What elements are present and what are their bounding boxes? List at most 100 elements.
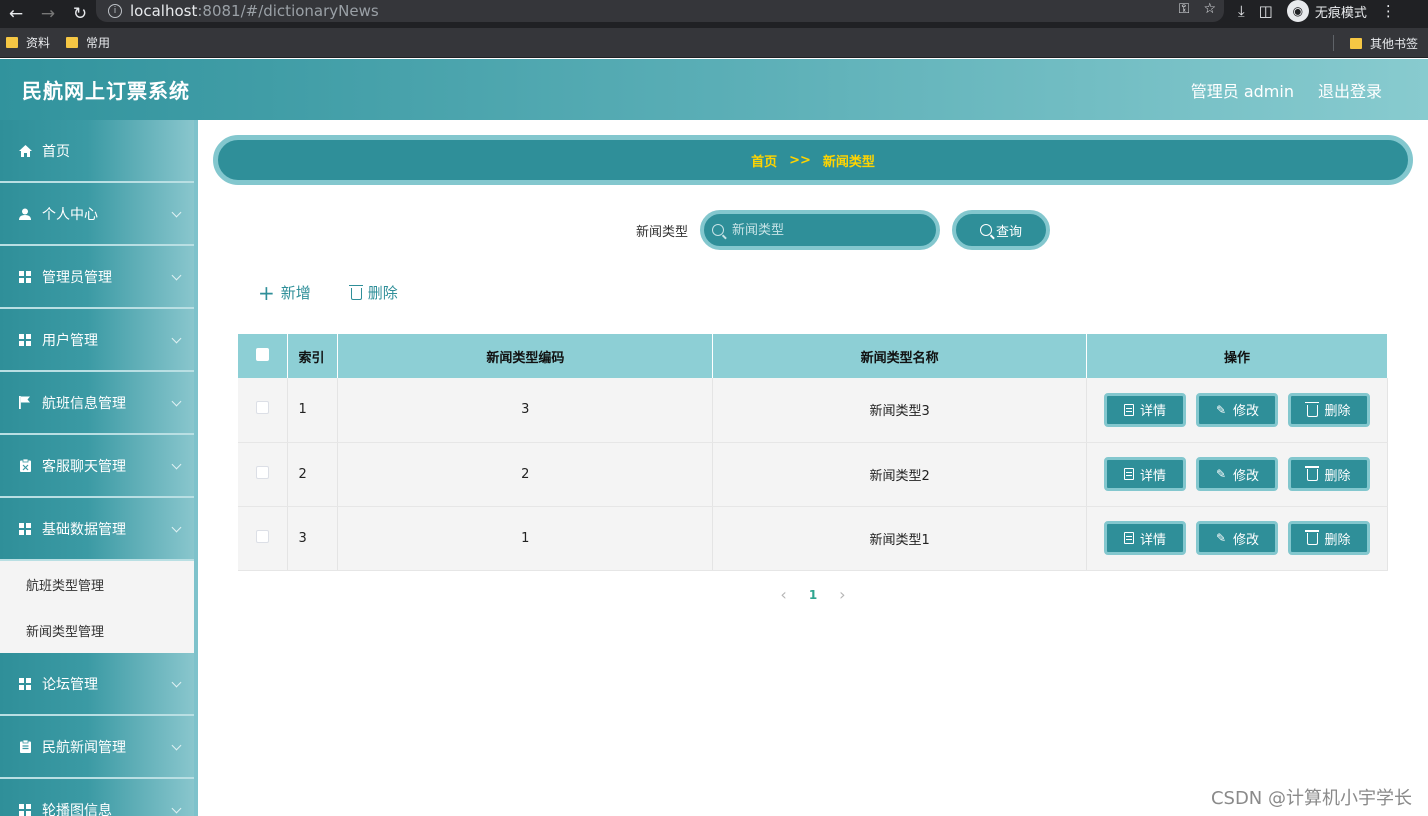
select-all-checkbox[interactable] bbox=[256, 347, 270, 361]
detail-button[interactable]: 详情 bbox=[1103, 392, 1186, 427]
chevron-down-icon bbox=[171, 677, 182, 688]
bookmark-folder-ziliao[interactable]: 资料 bbox=[6, 34, 50, 51]
row-index: 3 bbox=[287, 506, 339, 571]
select-all-cell bbox=[238, 334, 289, 378]
folder-icon bbox=[6, 37, 18, 48]
trash-icon bbox=[1305, 466, 1320, 481]
reload-icon[interactable]: ↻ bbox=[64, 0, 96, 28]
forward-arrow-icon[interactable]: → bbox=[32, 0, 64, 28]
table-row: 1 3 新闻类型3 详情 ✎ 修改 删除 bbox=[238, 378, 1389, 443]
url-text: localhost:8081/#/dictionaryNews bbox=[130, 2, 379, 20]
row-index: 2 bbox=[287, 442, 339, 507]
detail-button[interactable]: 详情 bbox=[1103, 457, 1186, 491]
sidebar-subitem-flight-type[interactable]: 航班类型管理 bbox=[0, 561, 194, 607]
browser-toolbar: ← → ↻ i localhost:8081/#/dictionaryNews … bbox=[0, 0, 1428, 28]
trash-icon bbox=[1305, 530, 1320, 545]
grid-icon bbox=[18, 677, 32, 691]
column-header-code[interactable]: 新闻类型编码 bbox=[337, 334, 714, 378]
other-bookmarks[interactable]: 其他书签 bbox=[1370, 35, 1418, 52]
prev-page-icon[interactable]: ‹ bbox=[780, 585, 786, 604]
row-checkbox[interactable] bbox=[256, 529, 270, 543]
site-info-icon[interactable]: i bbox=[108, 4, 122, 18]
key-icon[interactable]: ⚿ bbox=[1179, 1, 1190, 17]
main-content: 首页 >> 新闻类型 新闻类型 查询 + 新增 删除 索引 bbox=[198, 120, 1428, 816]
home-icon bbox=[18, 144, 32, 158]
current-user: 管理员 admin bbox=[1190, 81, 1294, 101]
column-header-name[interactable]: 新闻类型名称 bbox=[712, 334, 1087, 378]
delete-button[interactable]: 删除 bbox=[1287, 392, 1370, 427]
query-button[interactable]: 查询 bbox=[952, 210, 1050, 250]
chevron-down-icon bbox=[171, 459, 182, 470]
row-name: 新闻类型2 bbox=[712, 442, 1087, 507]
logout-link[interactable]: 退出登录 bbox=[1318, 78, 1382, 102]
next-page-icon[interactable]: › bbox=[839, 585, 845, 604]
sidebar-item-flight-management[interactable]: 航班信息管理 bbox=[0, 372, 194, 435]
sidebar-subitem-news-type[interactable]: 新闻类型管理 bbox=[0, 607, 194, 653]
edit-button[interactable]: ✎ 修改 bbox=[1195, 392, 1278, 427]
breadcrumb-home[interactable]: 首页 bbox=[751, 151, 777, 170]
add-button[interactable]: + 新增 bbox=[258, 282, 311, 303]
address-bar[interactable]: i localhost:8081/#/dictionaryNews ⚿ ☆ bbox=[96, 0, 1224, 22]
breadcrumb-separator: >> bbox=[789, 152, 811, 168]
search-icon bbox=[979, 224, 992, 236]
menu-dots-icon[interactable]: ⋮ bbox=[1381, 2, 1396, 20]
watermark: CSDN @计算机小宇学长 bbox=[1210, 788, 1412, 809]
row-checkbox[interactable] bbox=[256, 401, 270, 415]
chevron-down-icon bbox=[171, 396, 182, 407]
row-name: 新闻类型1 bbox=[712, 506, 1087, 571]
page-number[interactable]: 1 bbox=[809, 588, 817, 602]
row-index: 1 bbox=[287, 378, 339, 443]
breadcrumb: 首页 >> 新闻类型 bbox=[213, 135, 1413, 185]
table-header-row: 索引 新闻类型编码 新闻类型名称 操作 bbox=[238, 334, 1389, 378]
delete-button[interactable]: 删除 bbox=[1287, 457, 1370, 491]
sidebar-item-admin-management[interactable]: 管理员管理 bbox=[0, 246, 194, 309]
side-panel-icon[interactable]: ◫ bbox=[1259, 2, 1273, 20]
search-box[interactable] bbox=[700, 210, 940, 250]
table-row: 2 2 新闻类型2 详情 ✎ 修改 删除 bbox=[238, 442, 1389, 507]
news-type-table: 索引 新闻类型编码 新闻类型名称 操作 1 3 新闻类型3 详情 ✎修改 删除 bbox=[238, 334, 1389, 571]
row-code: 2 bbox=[337, 442, 714, 507]
search-input[interactable] bbox=[732, 222, 922, 238]
grid-icon bbox=[18, 803, 32, 816]
chevron-down-icon bbox=[171, 522, 182, 533]
star-icon[interactable]: ☆ bbox=[1203, 1, 1216, 17]
pagination: ‹ 1 › bbox=[198, 585, 1428, 604]
app-header: 民航网上订票系统 管理员 admin 退出登录 bbox=[0, 59, 1428, 120]
sidebar-item-carousel[interactable]: 轮播图信息 bbox=[0, 779, 194, 816]
grid-icon bbox=[18, 270, 32, 284]
incognito-indicator[interactable]: ◉ 无痕模式 bbox=[1286, 0, 1367, 22]
download-icon[interactable]: ⤓ bbox=[1238, 2, 1245, 20]
row-checkbox[interactable] bbox=[256, 465, 270, 479]
sidebar-item-chat-management[interactable]: 客服聊天管理 bbox=[0, 435, 194, 498]
bookmarks-bar: 资料 常用 其他书签 bbox=[0, 28, 1428, 58]
trash-icon bbox=[1305, 401, 1320, 417]
chevron-down-icon bbox=[171, 270, 182, 281]
chevron-down-icon bbox=[171, 207, 182, 218]
row-code: 1 bbox=[337, 506, 714, 571]
bookmark-folder-changyong[interactable]: 常用 bbox=[66, 34, 110, 51]
sidebar-item-user-management[interactable]: 用户管理 bbox=[0, 309, 194, 372]
sidebar-submenu: 航班类型管理 新闻类型管理 bbox=[0, 561, 194, 653]
document-icon bbox=[1123, 403, 1134, 416]
incognito-label: 无痕模式 bbox=[1314, 5, 1367, 21]
delete-button[interactable]: 删除 bbox=[1287, 521, 1370, 555]
back-arrow-icon[interactable]: ← bbox=[0, 0, 32, 28]
column-header-actions: 操作 bbox=[1086, 334, 1389, 378]
edit-button[interactable]: ✎ 修改 bbox=[1195, 521, 1278, 555]
action-row: + 新增 删除 bbox=[258, 282, 398, 303]
sidebar-item-home[interactable]: 首页 bbox=[0, 120, 194, 183]
sidebar-item-news[interactable]: 民航新闻管理 bbox=[0, 716, 194, 779]
row-code: 3 bbox=[337, 378, 714, 443]
edit-button[interactable]: ✎ 修改 bbox=[1195, 457, 1278, 491]
edit-icon: ✎ bbox=[1215, 402, 1226, 417]
sidebar-item-forum[interactable]: 论坛管理 bbox=[0, 653, 194, 716]
detail-button[interactable]: 详情 bbox=[1103, 521, 1186, 555]
user-icon bbox=[18, 207, 32, 221]
divider bbox=[1332, 35, 1334, 51]
sidebar: 首页 个人中心 管理员管理 用户管理 航班信息管理 客服聊天管理 基础数据管理 bbox=[0, 120, 198, 816]
document-icon bbox=[1123, 532, 1134, 544]
plus-icon: + bbox=[258, 280, 275, 305]
sidebar-item-personal-center[interactable]: 个人中心 bbox=[0, 183, 194, 246]
batch-delete-button[interactable]: 删除 bbox=[348, 282, 398, 303]
sidebar-item-base-data[interactable]: 基础数据管理 bbox=[0, 498, 194, 561]
